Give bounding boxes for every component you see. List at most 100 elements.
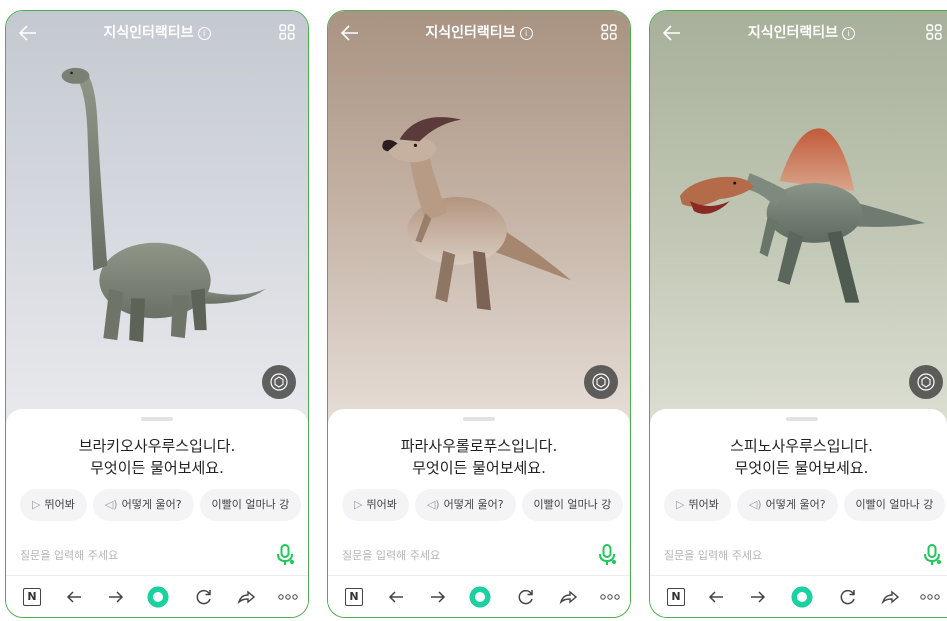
spinosaurus-model[interactable] xyxy=(650,41,947,371)
chip-label: 이빨이 얼마나 강 xyxy=(211,498,290,511)
chip-label: 이빨이 얼마나 강 xyxy=(855,498,934,511)
chip-run[interactable]: ▷ 뛰어봐 xyxy=(664,489,731,521)
grid-menu-icon[interactable] xyxy=(278,23,296,41)
question-input[interactable]: 질문을 입력해 주세요 xyxy=(20,547,118,563)
sheet-handle[interactable] xyxy=(463,417,495,421)
chip-teeth[interactable]: 이빨이 얼마나 강 xyxy=(843,489,946,521)
grid-menu-icon[interactable] xyxy=(925,23,943,41)
info-icon[interactable]: i xyxy=(842,26,856,40)
nav-share-button[interactable] xyxy=(878,585,902,609)
mic-icon[interactable] xyxy=(596,543,618,567)
bot-message: 브라키오사우루스입니다. 무엇이든 물어보세요. xyxy=(6,435,308,479)
chip-label: 이빨이 얼마나 강 xyxy=(533,498,612,511)
bot-message-line1: 파라사우롤로푸스입니다. xyxy=(400,437,558,455)
speaker-icon: ◁) xyxy=(426,498,440,511)
chat-sheet: 브라키오사우루스입니다. 무엇이든 물어보세요. ▷ 뛰어봐 ◁) 어떻게 울어? 이빨… xyxy=(6,409,308,617)
green-circle-icon xyxy=(792,587,812,607)
sheet-handle[interactable] xyxy=(141,417,173,421)
nav-home-green-button[interactable] xyxy=(146,585,170,609)
naver-home-button[interactable]: N xyxy=(342,585,366,609)
nav-forward-button[interactable] xyxy=(746,585,770,609)
chip-sound[interactable]: ◁) 어떻게 울어? xyxy=(92,489,194,521)
green-circle-icon xyxy=(148,587,168,607)
nav-forward-button[interactable] xyxy=(104,585,128,609)
chat-sheet: 스피노사우루스입니다. 무엇이든 물어보세요. ▷ 뛰어봐 ◁) 어떻게 울어? 이빨이… xyxy=(650,409,947,617)
mic-icon[interactable] xyxy=(274,543,296,567)
share-icon xyxy=(237,590,256,605)
ar-cube-icon xyxy=(917,373,935,391)
dino-3d-scene[interactable]: 지식인터랙티브 i xyxy=(6,11,308,431)
question-input-row[interactable]: 질문을 입력해 주세요 xyxy=(6,535,308,576)
ar-view-button[interactable] xyxy=(584,365,618,399)
speaker-icon: ◁) xyxy=(748,498,762,511)
question-input-row[interactable]: 질문을 입력해 주세요 xyxy=(650,535,947,576)
chip-run[interactable]: ▷ 뛰어봐 xyxy=(342,489,409,521)
nav-refresh-button[interactable] xyxy=(192,585,216,609)
play-icon: ▷ xyxy=(676,498,685,511)
browser-nav-bar: N xyxy=(6,577,308,617)
back-arrow-icon xyxy=(388,591,403,603)
chat-sheet: 파라사우롤로푸스입니다. 무엇이든 물어보세요. ▷ 뛰어봐 ◁) 어떻게 울어? 이빨… xyxy=(328,409,630,617)
nav-home-green-button[interactable] xyxy=(468,585,492,609)
speaker-icon: ◁) xyxy=(104,498,118,511)
chip-sound[interactable]: ◁) 어떻게 울어? xyxy=(736,489,838,521)
nav-refresh-button[interactable] xyxy=(836,585,860,609)
bot-message: 파라사우롤로푸스입니다. 무엇이든 물어보세요. xyxy=(328,435,630,479)
brachiosaurus-model[interactable] xyxy=(6,41,308,371)
top-bar: 지식인터랙티브 i xyxy=(6,11,308,51)
n-icon: N xyxy=(23,588,41,606)
chip-sound[interactable]: ◁) 어떻게 울어? xyxy=(414,489,516,521)
back-arrow-icon xyxy=(66,591,81,603)
dino-3d-scene[interactable]: 지식인터랙티브 i xyxy=(328,11,630,431)
page-title-text: 지식인터랙티브 xyxy=(425,25,516,41)
bot-message-line1: 브라키오사우루스입니다. xyxy=(78,437,236,455)
chip-label: 뛰어봐 xyxy=(688,498,719,511)
chip-label: 뛰어봐 xyxy=(44,498,75,511)
nav-share-button[interactable] xyxy=(234,585,258,609)
nav-refresh-button[interactable] xyxy=(514,585,538,609)
bot-message-line1: 스피노사우루스입니다. xyxy=(730,437,873,455)
nav-more-button[interactable] xyxy=(276,585,300,609)
nav-more-button[interactable] xyxy=(598,585,622,609)
share-icon xyxy=(881,590,900,605)
chip-label: 어떻게 울어? xyxy=(765,498,826,511)
nav-forward-button[interactable] xyxy=(426,585,450,609)
info-icon[interactable]: i xyxy=(519,26,533,40)
grid-menu-icon[interactable] xyxy=(600,23,618,41)
info-icon[interactable]: i xyxy=(197,26,211,40)
question-input[interactable]: 질문을 입력해 주세요 xyxy=(664,547,762,563)
bot-message-line2: 무엇이든 물어보세요. xyxy=(412,459,546,477)
nav-share-button[interactable] xyxy=(556,585,580,609)
browser-nav-bar: N xyxy=(650,577,947,617)
naver-home-button[interactable]: N xyxy=(20,585,44,609)
naver-home-button[interactable]: N xyxy=(664,585,688,609)
more-icon xyxy=(920,594,940,600)
chip-teeth[interactable]: 이빨이 얼마나 강 xyxy=(521,489,624,521)
refresh-icon xyxy=(196,589,211,605)
chip-teeth[interactable]: 이빨이 얼마나 강 xyxy=(199,489,302,521)
page-title: 지식인터랙티브 i xyxy=(6,22,308,42)
nav-back-button[interactable] xyxy=(704,585,728,609)
ar-cube-icon xyxy=(592,373,610,391)
ar-view-button[interactable] xyxy=(909,365,943,399)
nav-back-button[interactable] xyxy=(384,585,408,609)
nav-back-button[interactable] xyxy=(62,585,86,609)
question-input[interactable]: 질문을 입력해 주세요 xyxy=(342,547,440,563)
question-input-row[interactable]: 질문을 입력해 주세요 xyxy=(328,535,630,576)
bot-message: 스피노사우루스입니다. 무엇이든 물어보세요. xyxy=(650,435,947,479)
nav-home-green-button[interactable] xyxy=(790,585,814,609)
share-icon xyxy=(559,590,578,605)
ar-view-button[interactable] xyxy=(262,365,296,399)
top-bar: 지식인터랙티브 i xyxy=(328,11,630,51)
sheet-handle[interactable] xyxy=(785,417,818,421)
mic-icon[interactable] xyxy=(921,543,943,567)
refresh-icon xyxy=(840,589,855,605)
forward-arrow-icon xyxy=(431,591,446,603)
green-circle-icon xyxy=(470,587,490,607)
chip-run[interactable]: ▷ 뛰어봐 xyxy=(20,489,87,521)
forward-arrow-icon xyxy=(109,591,124,603)
phone-panel-brachiosaurus: 지식인터랙티브 i 브라키오사우루스입니다. 무엇이든 물어보세요. ▷ 뛰어봐 ◁)… xyxy=(5,10,309,618)
nav-more-button[interactable] xyxy=(918,585,942,609)
parasaurolophus-model[interactable] xyxy=(328,41,630,371)
dino-3d-scene[interactable]: 지식인터랙티브 i xyxy=(650,11,947,431)
